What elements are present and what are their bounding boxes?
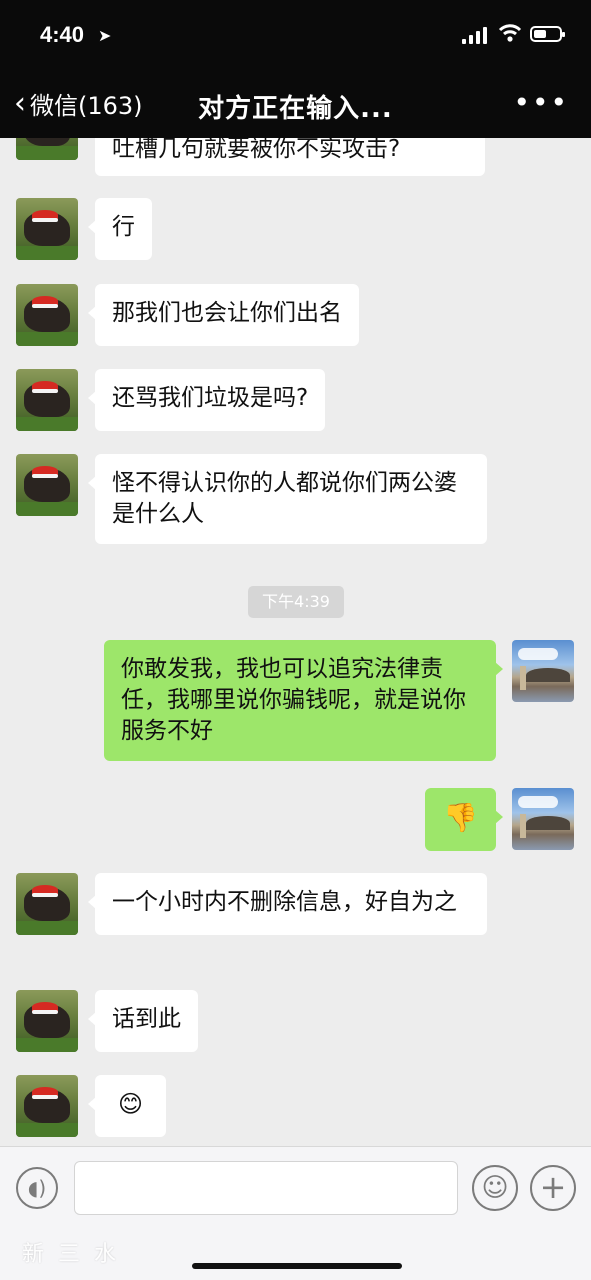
message-incoming: 😊	[16, 1075, 166, 1137]
message-bubble[interactable]: 那我们也会让你们出名	[88, 284, 359, 346]
message-bubble[interactable]: 话到此	[88, 990, 198, 1052]
message-bubble[interactable]: 吐槽几句就要被你不实攻击?	[95, 138, 485, 176]
user-avatar[interactable]	[512, 788, 574, 850]
message-incoming: 吐槽几句就要被你不实攻击?	[16, 138, 485, 176]
message-incoming: 话到此	[16, 990, 198, 1052]
emoji-icon[interactable]: ☺	[472, 1165, 518, 1211]
message-bubble[interactable]: 还骂我们垃圾是吗?	[87, 369, 326, 431]
message-input[interactable]	[74, 1161, 458, 1215]
more-options-button[interactable]: •••	[513, 89, 569, 117]
message-incoming: 还骂我们垃圾是吗?	[16, 369, 326, 431]
smile-emoji-message[interactable]: 😊	[88, 1075, 166, 1137]
chat-history[interactable]: 吐槽几句就要被你不实攻击? 行 那我们也会让你们出名 还骂我们垃圾是吗? 怪不得…	[0, 138, 591, 1146]
thumbs-down-emoji-message[interactable]: 👎	[425, 788, 503, 851]
chat-header: ‹ 微信(163) 对方正在输入... •••	[0, 72, 591, 138]
status-bar: 4:40 ➤	[0, 0, 591, 72]
message-bubble[interactable]: 怪不得认识你的人都说你们两公婆是什么人	[88, 454, 487, 544]
message-bubble[interactable]: 一个小时内不删除信息，好自为之	[88, 873, 487, 935]
message-bubble[interactable]: 你敢发我，我也可以追究法律责任，我哪里说你骗钱呢，就是说你服务不好	[104, 640, 503, 761]
plus-icon[interactable]: +	[530, 1165, 576, 1211]
home-indicator[interactable]	[192, 1263, 402, 1269]
contact-avatar[interactable]	[16, 284, 78, 346]
contact-avatar[interactable]	[16, 1075, 78, 1137]
message-incoming: 一个小时内不删除信息，好自为之	[16, 873, 487, 935]
contact-avatar[interactable]	[16, 454, 78, 516]
location-icon: ➤	[98, 26, 112, 45]
contact-avatar[interactable]	[16, 198, 78, 260]
contact-avatar[interactable]	[16, 369, 78, 431]
user-avatar[interactable]	[512, 640, 574, 702]
message-outgoing: 👎	[425, 788, 574, 851]
message-incoming: 行	[16, 198, 152, 260]
signal-icon	[462, 26, 488, 44]
message-incoming: 怪不得认识你的人都说你们两公婆是什么人	[16, 454, 487, 544]
chat-title: 对方正在输入...	[198, 94, 393, 124]
contact-avatar[interactable]	[16, 990, 78, 1052]
status-time: 4:40	[40, 22, 85, 47]
voice-icon[interactable]: ◖)	[16, 1167, 58, 1209]
message-outgoing: 你敢发我，我也可以追究法律责任，我哪里说你骗钱呢，就是说你服务不好	[104, 640, 574, 761]
contact-avatar[interactable]	[16, 873, 78, 935]
message-incoming: 那我们也会让你们出名	[16, 284, 359, 346]
time-divider: 下午4:39	[248, 586, 344, 618]
wifi-icon	[498, 24, 522, 42]
watermark: 新三水	[22, 1242, 131, 1267]
contact-avatar[interactable]	[16, 138, 78, 160]
message-bubble[interactable]: 行	[88, 198, 152, 260]
battery-icon	[530, 26, 565, 42]
